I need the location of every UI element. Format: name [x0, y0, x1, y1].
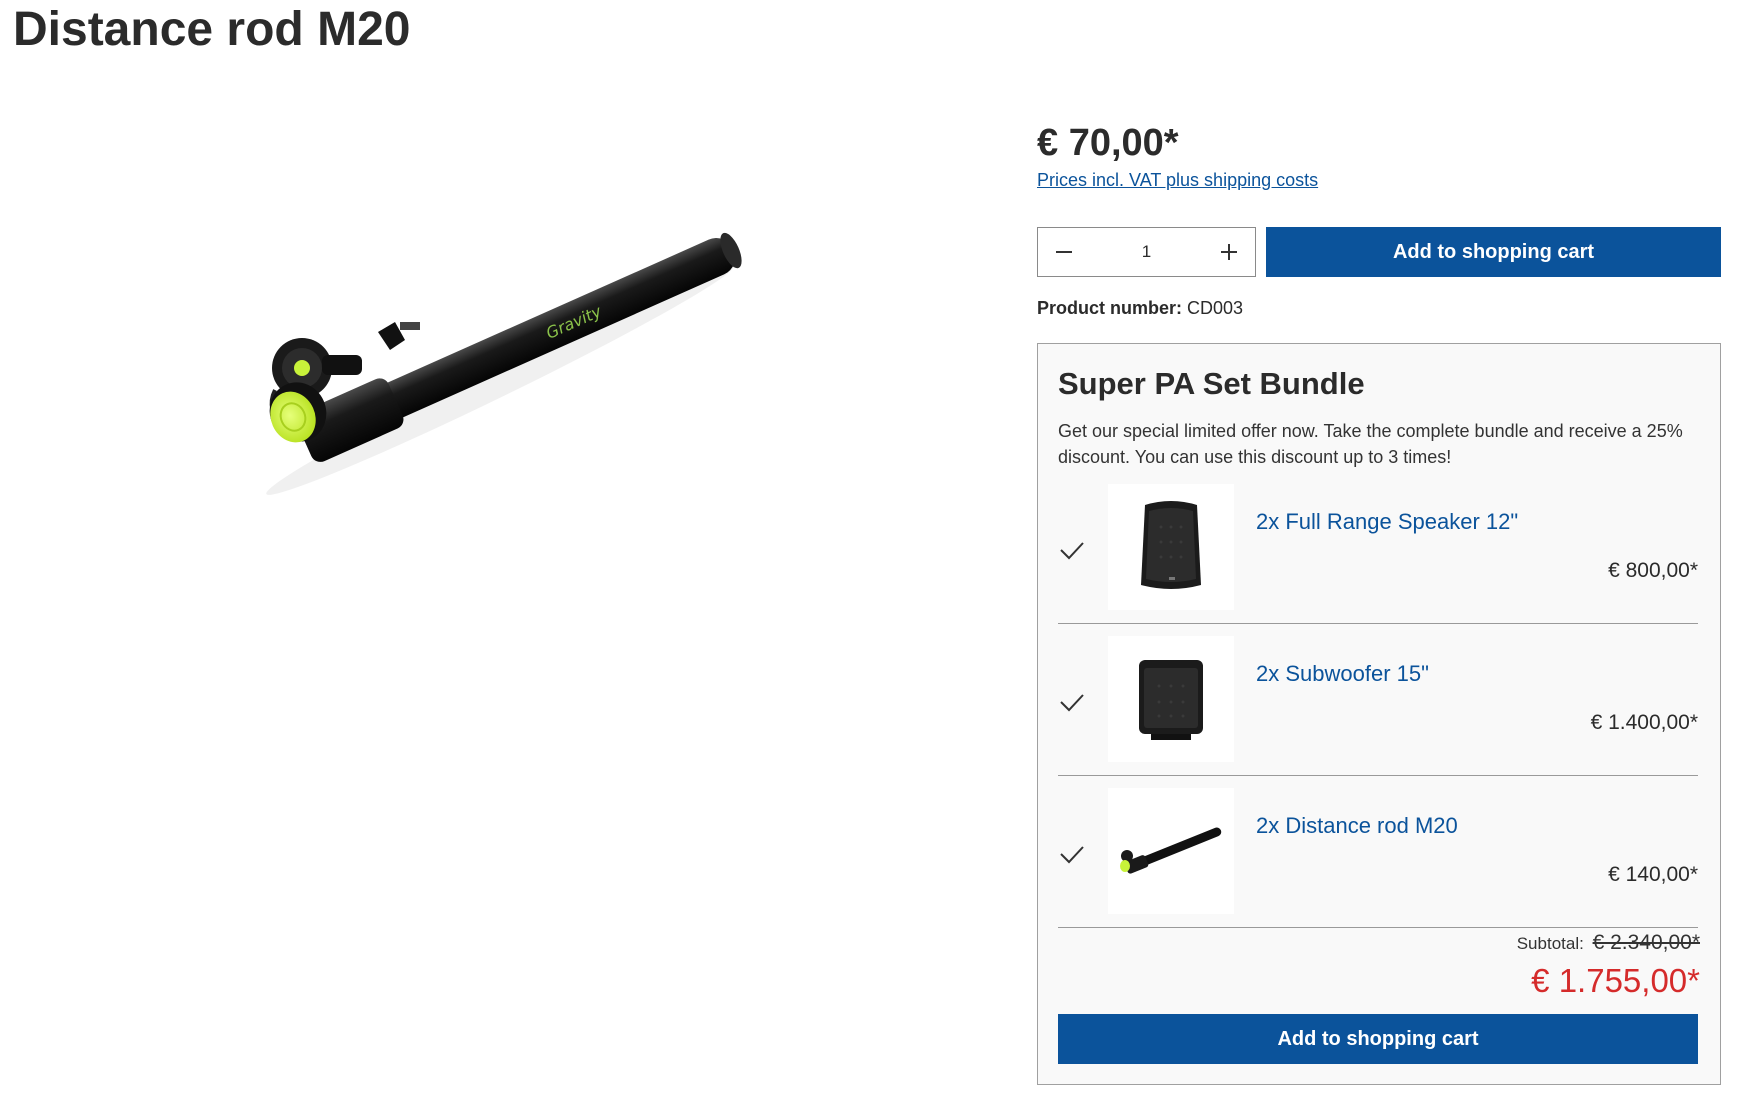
- product-image-gallery[interactable]: Gravity: [0, 100, 1000, 550]
- bundle-item-image[interactable]: [1108, 636, 1234, 762]
- bundle-title: Super PA Set Bundle: [1058, 366, 1365, 401]
- subtotal-original-price: € 2.340,00*: [1592, 931, 1700, 954]
- product-number-label: Product number:: [1037, 298, 1183, 318]
- bundle-description: Get our special limited offer now. Take …: [1058, 421, 1683, 467]
- bundle-item-price: € 140,00*: [1608, 863, 1698, 886]
- bundle-add-to-cart-button[interactable]: Add to shopping cart: [1058, 1014, 1698, 1064]
- product-number: Product number: CD003: [1037, 298, 1243, 319]
- subwoofer-image: [1139, 660, 1203, 740]
- bundle-item: 2x Distance rod M20 € 140,00*: [1058, 788, 1698, 928]
- bundle-item-price: € 1.400,00*: [1590, 711, 1698, 734]
- quantity-stepper[interactable]: 1: [1037, 227, 1256, 277]
- buy-row: 1 Add to shopping cart: [1037, 227, 1721, 277]
- bundle-item-image[interactable]: [1108, 788, 1234, 914]
- add-to-cart-button[interactable]: Add to shopping cart: [1266, 227, 1721, 277]
- tax-shipping-link[interactable]: Prices incl. VAT plus shipping costs: [1037, 170, 1318, 191]
- check-icon: [1060, 846, 1084, 864]
- product-image[interactable]: Gravity: [0, 100, 1000, 550]
- divider: [1058, 623, 1698, 624]
- speaker-image: [1141, 501, 1201, 589]
- bundle-item-name[interactable]: 2x Subwoofer 15": [1256, 661, 1429, 687]
- buy-box: € 70,00* Prices incl. VAT plus shipping …: [1037, 120, 1721, 318]
- bundle-total-price: € 1.755,00*: [1531, 962, 1700, 999]
- product-price: € 70,00*: [1037, 122, 1179, 164]
- bundle-item-name[interactable]: 2x Distance rod M20: [1256, 813, 1458, 839]
- divider: [1058, 927, 1698, 928]
- bundle-item: 2x Full Range Speaker 12" € 800,00*: [1058, 484, 1698, 624]
- plus-icon: [1221, 244, 1237, 260]
- quantity-decrease-button[interactable]: [1038, 228, 1090, 276]
- quantity-increase-button[interactable]: [1203, 228, 1255, 276]
- product-number-value: CD003: [1187, 298, 1244, 318]
- distance-rod-image: [1120, 827, 1222, 874]
- bundle-item-image[interactable]: [1108, 484, 1234, 610]
- check-icon: [1060, 542, 1084, 560]
- bundle-item: 2x Subwoofer 15" € 1.400,00*: [1058, 636, 1698, 776]
- subtotal-label: Subtotal:: [1516, 934, 1584, 953]
- minus-icon: [1056, 251, 1072, 253]
- divider: [1058, 775, 1698, 776]
- page-title: Distance rod M20: [13, 3, 411, 56]
- bundle-item-name[interactable]: 2x Full Range Speaker 12": [1256, 509, 1518, 535]
- bundle-item-price: € 800,00*: [1608, 559, 1698, 582]
- quantity-input[interactable]: 1: [1090, 242, 1203, 262]
- check-icon: [1060, 694, 1084, 712]
- bundle-offer: Super PA Set Bundle Get our special limi…: [1037, 343, 1721, 1085]
- bundle-subtotal: Subtotal: € 2.340,00*: [1517, 931, 1700, 955]
